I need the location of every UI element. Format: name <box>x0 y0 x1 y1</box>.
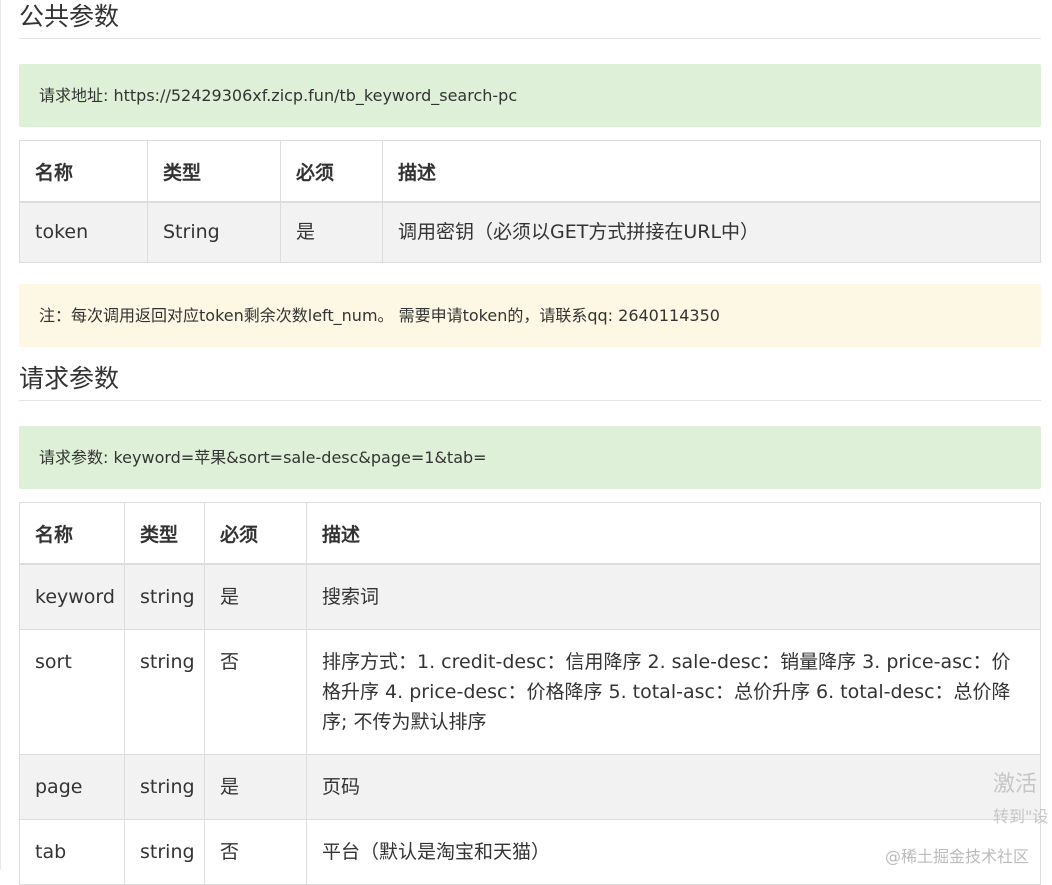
param-type: string <box>124 629 205 755</box>
param-name: token <box>19 201 148 263</box>
param-required: 是 <box>204 754 307 820</box>
param-description: 搜索词 <box>306 563 1041 630</box>
table-row: sort string 否 排序方式：1. credit-desc：信用降序 2… <box>19 629 1041 755</box>
param-name: page <box>19 754 125 820</box>
param-type: string <box>124 819 205 885</box>
request-params-heading: 请求参数 <box>19 358 1041 401</box>
column-header-type: 类型 <box>124 502 205 565</box>
table-row: token String 是 调用密钥（必须以GET方式拼接在URL中） <box>19 201 1041 263</box>
page-left-border <box>0 0 1 870</box>
param-description: 排序方式：1. credit-desc：信用降序 2. sale-desc：销量… <box>306 629 1041 755</box>
table-row: keyword string 是 搜索词 <box>19 563 1041 630</box>
table-header-row: 名称 类型 必须 描述 <box>19 502 1041 565</box>
column-header-name: 名称 <box>19 140 148 203</box>
column-header-required: 必须 <box>204 502 307 565</box>
request-address-alert: 请求地址: https://52429306xf.zicp.fun/tb_key… <box>19 64 1041 127</box>
param-type: string <box>124 754 205 820</box>
table-header-row: 名称 类型 必须 描述 <box>19 140 1041 203</box>
param-required: 否 <box>204 629 307 755</box>
param-type: string <box>124 563 205 630</box>
param-required: 是 <box>204 563 307 630</box>
request-example-alert: 请求参数: keyword=苹果&sort=sale-desc&page=1&t… <box>19 426 1041 489</box>
param-name: keyword <box>19 563 125 630</box>
column-header-type: 类型 <box>147 140 281 203</box>
public-params-heading: 公共参数 <box>19 0 1041 39</box>
column-header-description: 描述 <box>306 502 1041 565</box>
param-name: tab <box>19 819 125 885</box>
activate-windows-watermark: 激活 <box>993 772 1038 797</box>
goto-settings-watermark: 转到"设 <box>993 807 1049 826</box>
column-header-name: 名称 <box>19 502 125 565</box>
param-description: 页码 <box>306 754 1041 820</box>
column-header-required: 必须 <box>280 140 383 203</box>
param-required: 是 <box>280 201 383 263</box>
request-params-table: 名称 类型 必须 描述 keyword string 是 搜索词 sort st… <box>19 502 1041 885</box>
column-header-description: 描述 <box>382 140 1041 203</box>
token-note-alert: 注：每次调用返回对应token剩余次数left_num。 需要申请token的，… <box>19 284 1041 347</box>
public-params-table: 名称 类型 必须 描述 token String 是 调用密钥（必须以GET方式… <box>19 140 1041 263</box>
param-name: sort <box>19 629 125 755</box>
param-description: 调用密钥（必须以GET方式拼接在URL中） <box>382 201 1041 263</box>
param-type: String <box>147 201 281 263</box>
site-watermark: @稀土掘金技术社区 <box>885 847 1030 866</box>
param-required: 否 <box>204 819 307 885</box>
table-row: page string 是 页码 <box>19 754 1041 820</box>
